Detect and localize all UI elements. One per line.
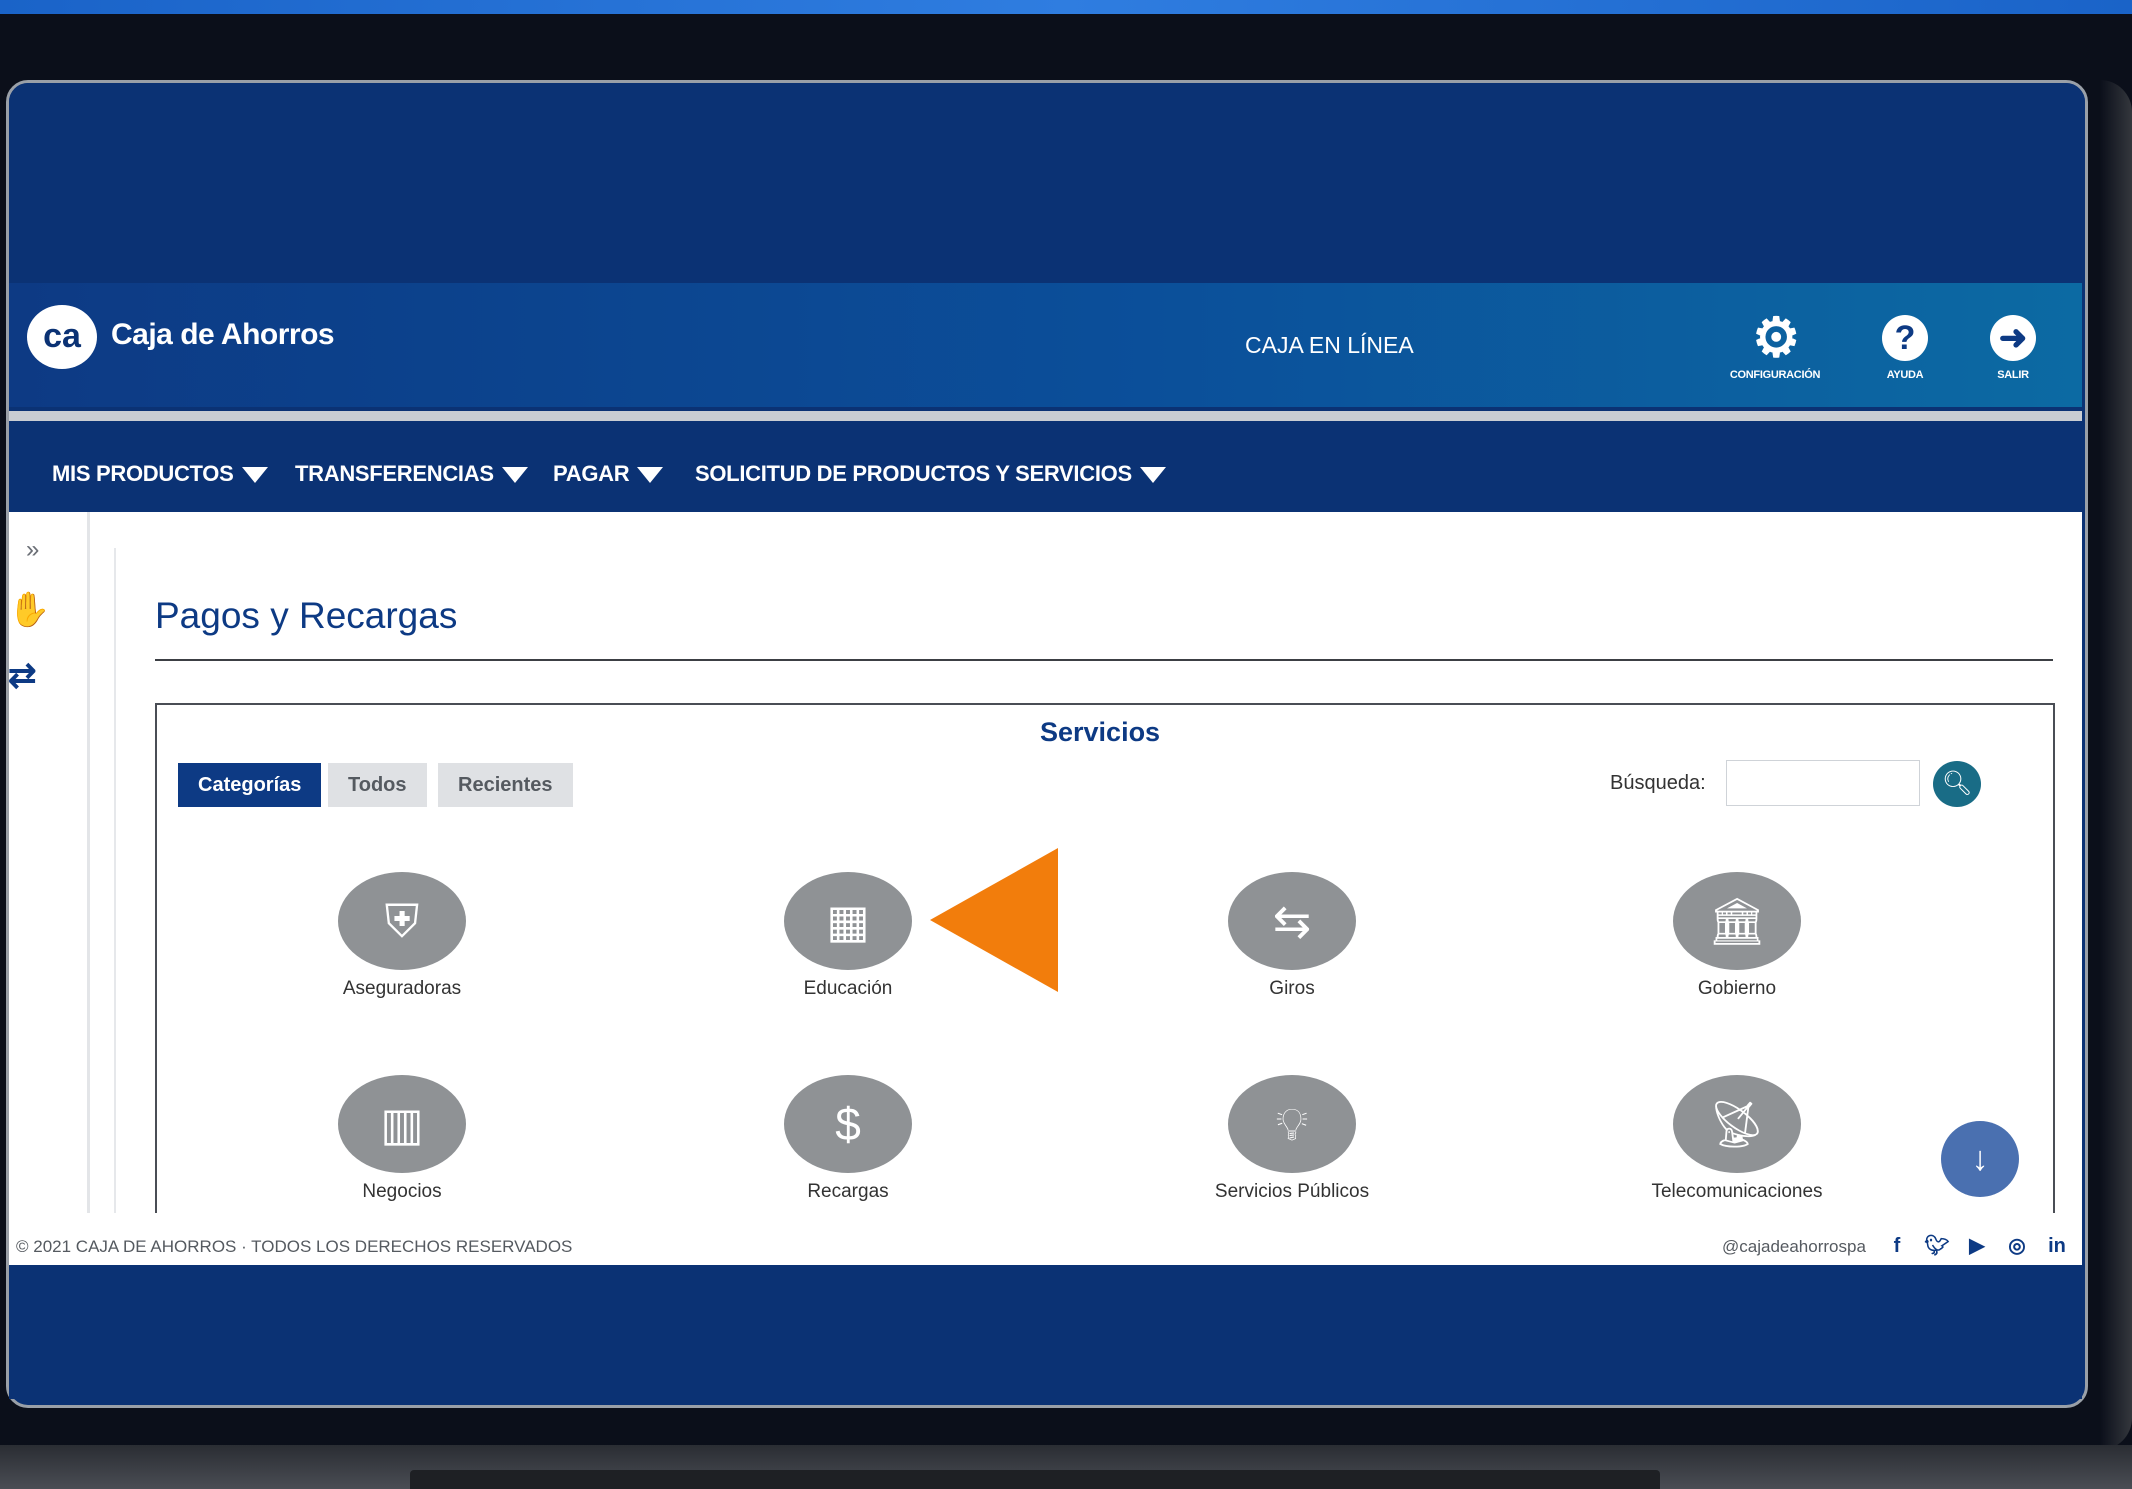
nav-label: PAGAR	[553, 461, 630, 486]
social-handle[interactable]: @cajadeahorrospa	[1722, 1237, 1866, 1257]
help-icon: ?	[1882, 315, 1928, 361]
search-button[interactable]: 🔍︎	[1933, 761, 1981, 807]
tab-todos[interactable]: Todos	[328, 763, 427, 807]
brand-name[interactable]: Caja de Ahorros	[111, 318, 335, 352]
expand-sidebar-icon[interactable]: »	[26, 536, 39, 564]
caret-down-icon	[637, 467, 664, 484]
category-gobierno[interactable]: 🏛︎ Gobierno	[1597, 872, 1877, 1000]
category-label: Gobierno	[1697, 978, 1777, 999]
money-hand-icon[interactable]: ✋	[8, 590, 56, 630]
linkedin-icon[interactable]: in	[2044, 1233, 2070, 1259]
search-input[interactable]	[1726, 760, 1920, 806]
nav-transferencias[interactable]: TRANSFERENCIAS	[295, 461, 528, 487]
category-telecomunicaciones[interactable]: 📡︎ Telecomunicaciones	[1597, 1075, 1877, 1203]
portal-title: CAJA EN LÍNEA	[1245, 332, 1414, 358]
transfer-hand-icon[interactable]: ⇄	[8, 656, 56, 696]
caret-down-icon	[1139, 467, 1166, 484]
screen-bottom-band	[9, 1265, 2082, 1399]
panel-title: Servicios	[1040, 717, 1161, 747]
settings-label: CONFIGURACIÓN	[1729, 369, 1821, 381]
nav-label: TRANSFERENCIAS	[295, 461, 494, 486]
category-label: Giros	[1269, 978, 1315, 999]
category-label: Aseguradoras	[342, 978, 462, 999]
caret-down-icon	[241, 467, 268, 484]
recharge-icon: $	[784, 1075, 912, 1173]
gear-icon: ⚙	[1752, 308, 1801, 368]
category-recargas[interactable]: $ Recargas	[708, 1075, 988, 1203]
title-rule	[155, 659, 2053, 661]
settings-button[interactable]: ⚙ CONFIGURACIÓN	[1727, 308, 1823, 381]
instagram-icon[interactable]: ◎	[2004, 1233, 2030, 1259]
insurance-icon: ⛨	[338, 872, 466, 970]
exit-icon: ➜	[1990, 315, 2036, 361]
header-separator	[9, 411, 2082, 421]
category-aseguradoras[interactable]: ⛨ Aseguradoras	[262, 872, 542, 1000]
nav-label: SOLICITUD DE PRODUCTOS Y SERVICIOS	[695, 461, 1132, 486]
rail-divider	[114, 548, 116, 1258]
tab-recientes[interactable]: Recientes	[438, 763, 573, 807]
top-glow	[0, 0, 2132, 14]
facebook-icon[interactable]: f	[1884, 1233, 1910, 1259]
laptop-edge	[2100, 80, 2132, 1450]
youtube-icon[interactable]: ▶	[1964, 1233, 1990, 1259]
search-icon: 🔍︎	[1941, 770, 1973, 797]
laptop-notch	[410, 1470, 1660, 1489]
page-title: Pagos y Recargas	[155, 595, 458, 636]
nav-pagar[interactable]: PAGAR	[553, 461, 664, 487]
copyright-text: © 2021 CAJA DE AHORROS · TODOS LOS DEREC…	[16, 1237, 573, 1256]
category-label: Negocios	[362, 1181, 442, 1202]
help-label: AYUDA	[1886, 369, 1924, 381]
category-label: Recargas	[807, 1181, 889, 1202]
help-button[interactable]: ? AYUDA	[1857, 315, 1953, 381]
nav-label: MIS PRODUCTOS	[52, 461, 234, 486]
search-label: Búsqueda:	[1610, 772, 1706, 794]
money-transfer-icon: ⇆	[1228, 872, 1356, 970]
logo-mark[interactable]: ca	[27, 305, 97, 369]
pointer-arrow-icon	[930, 848, 1058, 992]
category-negocios[interactable]: ▥ Negocios	[262, 1075, 542, 1203]
category-label: Servicios Públicos	[1214, 1181, 1370, 1202]
tab-categorias[interactable]: Categorías	[178, 763, 322, 807]
education-icon: ▦	[784, 872, 912, 970]
utilities-icon: 💡︎	[1228, 1075, 1356, 1173]
category-servicios-publicos[interactable]: 💡︎ Servicios Públicos	[1152, 1075, 1432, 1203]
exit-button[interactable]: ➜ SALIR	[1965, 315, 2061, 381]
caret-down-icon	[501, 467, 528, 484]
twitter-icon[interactable]: 🐦︎	[1924, 1233, 1950, 1259]
category-giros[interactable]: ⇆ Giros	[1152, 872, 1432, 1000]
nav-mis-productos[interactable]: MIS PRODUCTOS	[52, 461, 268, 487]
nav-solicitud[interactable]: SOLICITUD DE PRODUCTOS Y SERVICIOS	[695, 461, 1166, 487]
government-icon: 🏛︎	[1673, 872, 1801, 970]
screen-top-band	[9, 83, 2085, 286]
scroll-down-button[interactable]: ↓	[1941, 1121, 2019, 1197]
building-icon: ▥	[338, 1075, 466, 1173]
exit-label: SALIR	[1997, 369, 2029, 381]
antenna-icon: 📡︎	[1673, 1075, 1801, 1173]
category-label: Telecomunicaciones	[1651, 1181, 1823, 1202]
arrow-down-icon: ↓	[1971, 1140, 1989, 1178]
